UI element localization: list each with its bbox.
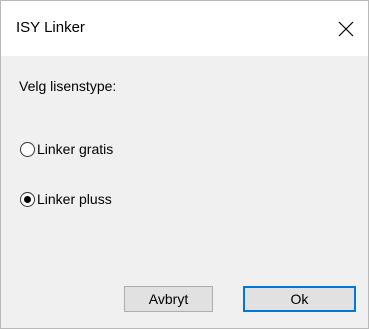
ok-button[interactable]: Ok bbox=[243, 286, 356, 312]
radio-label-linker-gratis: Linker gratis bbox=[37, 141, 114, 157]
radio-option-linker-gratis[interactable]: Linker gratis bbox=[20, 141, 113, 157]
cancel-button[interactable]: Avbryt bbox=[124, 286, 213, 312]
dialog-window: ISY Linker Velg lisenstype: Linker grati… bbox=[0, 0, 369, 329]
radio-option-linker-pluss[interactable]: Linker pluss bbox=[20, 191, 112, 207]
window-title: ISY Linker bbox=[16, 19, 85, 36]
radio-label-linker-pluss: Linker pluss bbox=[37, 191, 112, 207]
close-button[interactable] bbox=[328, 11, 364, 47]
radio-checked-icon[interactable] bbox=[20, 191, 35, 207]
license-type-label: Velg lisenstype: bbox=[19, 78, 117, 94]
title-bar[interactable]: ISY Linker bbox=[1, 1, 368, 56]
close-icon bbox=[338, 21, 354, 37]
radio-unchecked-icon[interactable] bbox=[20, 141, 35, 157]
